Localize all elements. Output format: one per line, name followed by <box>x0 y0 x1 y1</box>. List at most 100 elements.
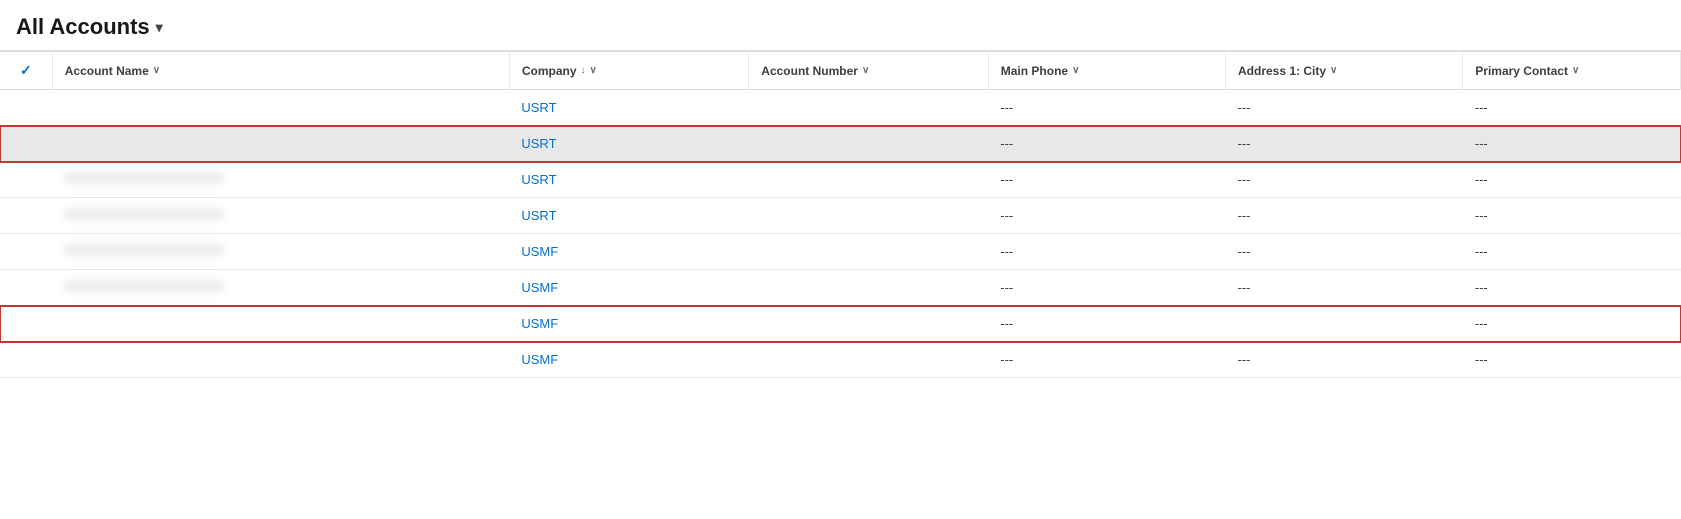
col-label-company: Company <box>522 64 577 78</box>
check-all-icon[interactable]: ✓ <box>20 62 32 78</box>
row-account-name-cell[interactable] <box>52 342 509 378</box>
table-row[interactable]: USMF--------- <box>0 342 1681 378</box>
company-link[interactable]: USRT <box>521 136 556 151</box>
row-main-phone-cell: --- <box>988 126 1225 162</box>
row-company-cell[interactable]: USMF <box>509 306 748 342</box>
row-address-city-cell: --- <box>1226 342 1463 378</box>
col-label-address-city: Address 1: City <box>1238 64 1326 78</box>
row-account-name-cell[interactable] <box>52 162 509 198</box>
company-link[interactable]: USMF <box>521 280 558 295</box>
row-checkbox-cell[interactable] <box>0 126 52 162</box>
col-chevron-primary-contact[interactable]: ∨ <box>1572 65 1579 76</box>
row-account-number-cell <box>749 198 988 234</box>
row-account-number-cell <box>749 342 988 378</box>
col-header-account-number[interactable]: Account Number ∨ <box>749 52 988 90</box>
row-main-phone-cell: --- <box>988 342 1225 378</box>
row-checkbox-cell[interactable] <box>0 198 52 234</box>
table-body: USRT---------USRT---------USRT---------U… <box>0 90 1681 378</box>
company-link[interactable]: USRT <box>521 100 556 115</box>
row-company-cell[interactable]: USMF <box>509 270 748 306</box>
col-chevron-account-name[interactable]: ∨ <box>153 65 160 76</box>
page-wrapper: All Accounts ▾ ✓ Account Name ∨ <box>0 0 1681 519</box>
table-row[interactable]: USRT --- --- --- <box>0 162 1681 198</box>
row-account-name-cell[interactable] <box>52 234 509 270</box>
table-row[interactable]: USRT --- --- --- <box>0 90 1681 126</box>
address-city-value: --- <box>1238 100 1251 115</box>
row-account-number-cell <box>749 162 988 198</box>
col-chevron-main-phone[interactable]: ∨ <box>1072 65 1079 76</box>
table-header-row: ✓ Account Name ∨ Company ↓ ∨ <box>0 52 1681 90</box>
row-address-city-cell: --- <box>1226 270 1463 306</box>
row-checkbox-cell[interactable] <box>0 342 52 378</box>
row-checkbox-cell[interactable] <box>0 306 52 342</box>
address-city-value: --- <box>1238 172 1251 187</box>
row-account-number-cell <box>749 306 988 342</box>
row-account-name-cell[interactable] <box>52 198 509 234</box>
col-chevron-company[interactable]: ∨ <box>590 65 597 76</box>
row-account-number-cell <box>749 90 988 126</box>
row-address-city-cell: --- <box>1226 162 1463 198</box>
row-account-name-cell[interactable] <box>52 306 509 342</box>
col-chevron-address-city[interactable]: ∨ <box>1330 65 1337 76</box>
address-city-value: --- <box>1238 352 1251 367</box>
table-row[interactable]: USMF--------- <box>0 270 1681 306</box>
col-header-company[interactable]: Company ↓ ∨ <box>509 52 748 90</box>
primary-contact-value: --- <box>1475 208 1488 223</box>
address-city-value: --- <box>1238 136 1251 151</box>
col-check[interactable]: ✓ <box>0 52 52 90</box>
col-header-primary-contact[interactable]: Primary Contact ∨ <box>1463 52 1681 90</box>
row-company-cell[interactable]: USMF <box>509 234 748 270</box>
table-row[interactable]: USRT--------- <box>0 198 1681 234</box>
col-label-main-phone: Main Phone <box>1001 64 1068 78</box>
row-account-name-cell[interactable] <box>52 126 509 162</box>
row-primary-contact-cell: --- <box>1463 306 1681 342</box>
row-company-cell[interactable]: USRT <box>509 126 748 162</box>
main-phone-value: --- <box>1000 244 1013 259</box>
row-account-name-cell[interactable] <box>52 270 509 306</box>
page-title-text: All Accounts <box>16 14 150 40</box>
row-primary-contact-cell: --- <box>1463 234 1681 270</box>
col-chevron-account-number[interactable]: ∨ <box>862 65 869 76</box>
title-chevron-icon[interactable]: ▾ <box>156 19 163 36</box>
primary-contact-value: --- <box>1475 244 1488 259</box>
col-sort-company[interactable]: ↓ <box>581 65 586 76</box>
company-link[interactable]: USMF <box>521 244 558 259</box>
col-label-account-name: Account Name <box>65 64 149 78</box>
row-checkbox-cell[interactable] <box>0 90 52 126</box>
row-primary-contact-cell: --- <box>1463 162 1681 198</box>
table-row[interactable]: USRT --- --- --- <box>0 126 1681 162</box>
row-primary-contact-cell: --- <box>1463 270 1681 306</box>
col-header-main-phone[interactable]: Main Phone ∨ <box>988 52 1225 90</box>
address-city-value: --- <box>1238 280 1251 295</box>
table-row[interactable]: USMF --- --- <box>0 306 1681 342</box>
row-account-name-cell[interactable] <box>52 90 509 126</box>
row-company-cell[interactable]: USMF <box>509 342 748 378</box>
col-header-account-name[interactable]: Account Name ∨ <box>52 52 509 90</box>
row-account-number-cell <box>749 234 988 270</box>
company-link[interactable]: USMF <box>521 316 558 331</box>
row-company-cell[interactable]: USRT <box>509 90 748 126</box>
row-account-number-cell <box>749 270 988 306</box>
primary-contact-value: --- <box>1475 280 1488 295</box>
col-header-address-city[interactable]: Address 1: City ∨ <box>1226 52 1463 90</box>
table-row[interactable]: USMF --- --- --- <box>0 234 1681 270</box>
row-company-cell[interactable]: USRT <box>509 198 748 234</box>
page-title[interactable]: All Accounts ▾ <box>16 14 163 40</box>
main-phone-value: --- <box>1000 100 1013 115</box>
company-link[interactable]: USMF <box>521 352 558 367</box>
row-checkbox-cell[interactable] <box>0 270 52 306</box>
main-phone-value: --- <box>1000 316 1013 331</box>
row-company-cell[interactable]: USRT <box>509 162 748 198</box>
row-main-phone-cell: --- <box>988 162 1225 198</box>
company-link[interactable]: USRT <box>521 208 556 223</box>
main-phone-value: --- <box>1000 172 1013 187</box>
row-main-phone-cell: --- <box>988 306 1225 342</box>
address-city-value: --- <box>1238 208 1251 223</box>
company-link[interactable]: USRT <box>521 172 556 187</box>
row-main-phone-cell: --- <box>988 234 1225 270</box>
row-address-city-cell: --- <box>1226 234 1463 270</box>
row-primary-contact-cell: --- <box>1463 90 1681 126</box>
row-checkbox-cell[interactable] <box>0 162 52 198</box>
row-checkbox-cell[interactable] <box>0 234 52 270</box>
primary-contact-value: --- <box>1475 136 1488 151</box>
